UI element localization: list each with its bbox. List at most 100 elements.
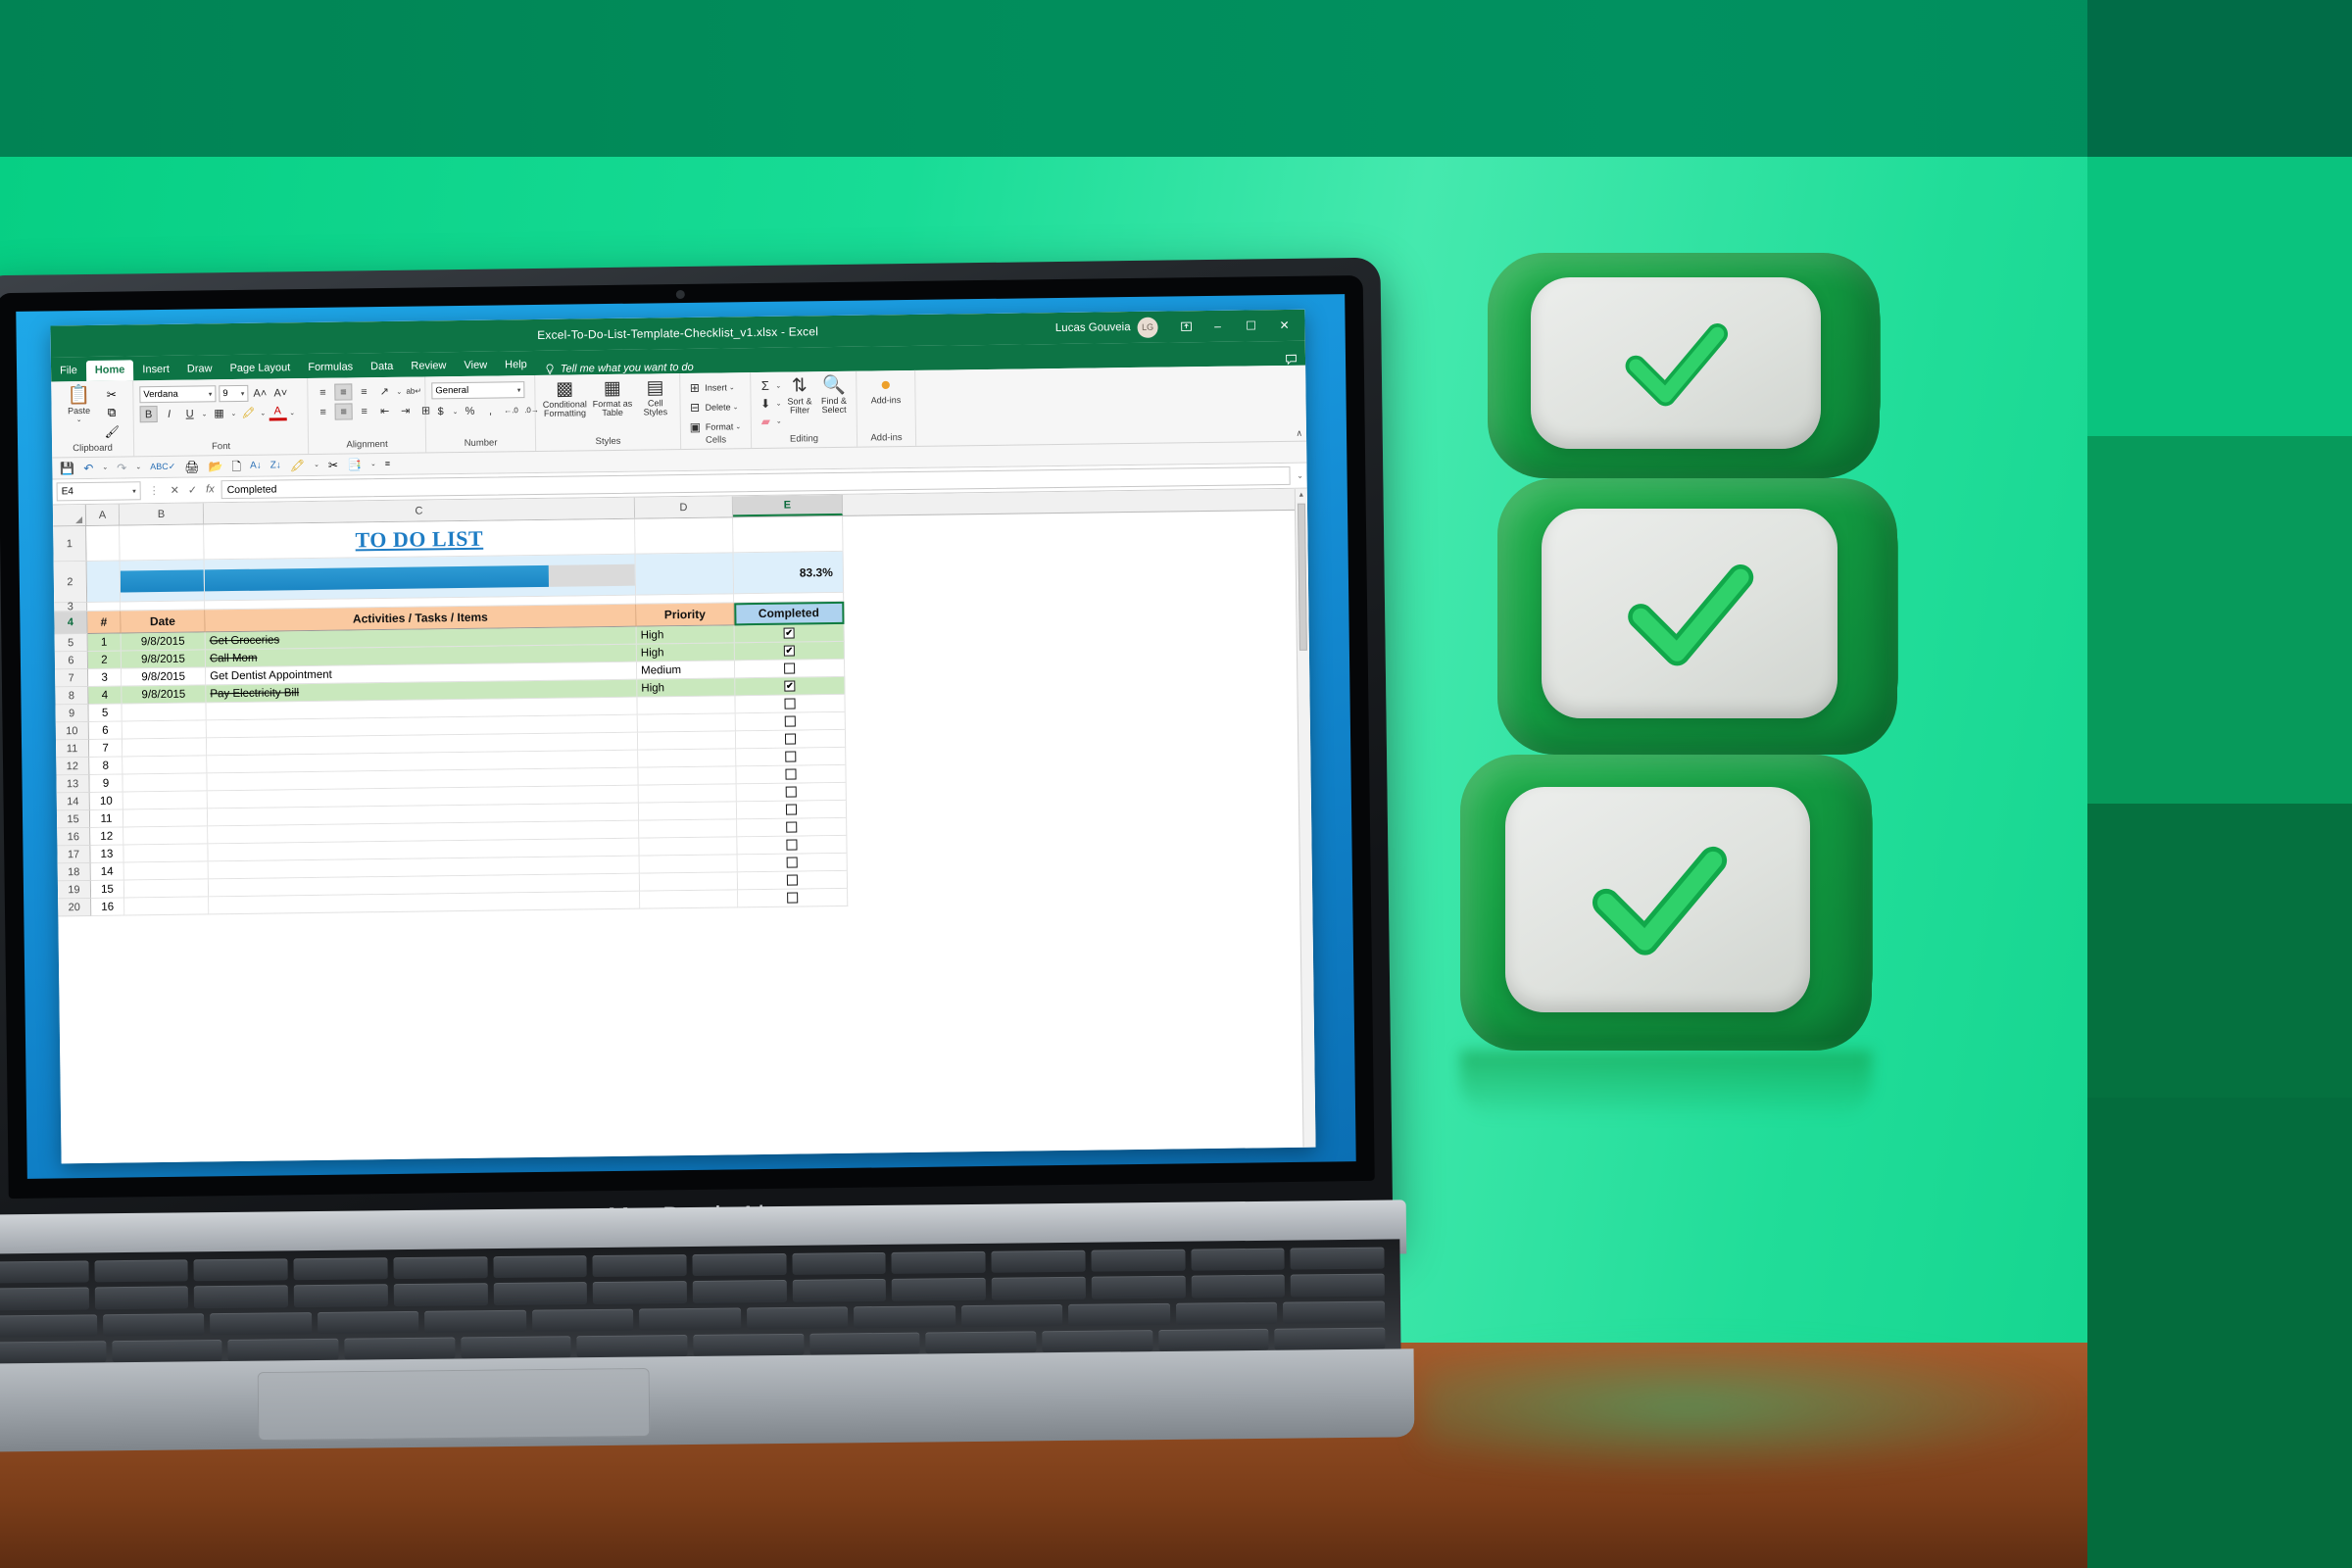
column-header-d[interactable]: D [634,496,734,518]
align-top-icon[interactable]: ≡ [314,384,331,401]
decrease-indent-icon[interactable]: ⇤ [376,403,394,419]
cell-item-number[interactable]: 3 [88,668,122,687]
underline-caret[interactable]: ⌄ [202,410,208,417]
scrollbar-thumb[interactable] [1297,503,1307,651]
cell-priority[interactable] [639,837,738,857]
cell-completed[interactable] [738,888,849,908]
cell-a2[interactable] [86,561,122,603]
new-icon[interactable]: 🗋 [231,459,241,472]
row-header-11[interactable]: 11 [55,739,90,759]
cut-icon[interactable]: ✂ [328,458,338,471]
header-completed[interactable]: Completed [734,601,845,626]
cell-completed[interactable] [736,800,848,820]
tab-help[interactable]: Help [496,355,536,376]
cell-priority[interactable] [638,766,737,786]
cell-priority[interactable] [639,872,739,892]
row-header-13[interactable]: 13 [56,774,90,794]
cell-item-number[interactable]: 1 [87,633,122,652]
cell-completed[interactable] [735,729,847,750]
cell-date[interactable] [122,773,208,793]
cell-completed[interactable] [737,870,849,891]
cell-priority[interactable]: Medium [637,661,736,680]
cell-d1[interactable] [635,517,734,555]
format-as-table-button[interactable]: ▦ Format as Table [591,377,634,418]
increase-font-size-icon[interactable]: A˄ [251,385,269,402]
row-header-18[interactable]: 18 [57,862,91,882]
cell-item-number[interactable]: 8 [89,757,123,775]
column-header-a[interactable]: A [85,504,121,525]
cell-styles-button[interactable]: ▤ Cell Styles [636,376,673,417]
cell-priority[interactable] [640,890,739,909]
scroll-up-button[interactable]: ▲ [1296,489,1307,502]
minimize-button[interactable]: – [1200,312,1234,341]
cell-item-number[interactable]: 9 [89,774,123,793]
completed-checkbox[interactable] [784,733,797,745]
header-date[interactable]: Date [121,610,206,634]
cell-completed[interactable] [735,711,846,732]
cell-item-number[interactable]: 10 [89,792,123,810]
cell-priority[interactable]: High [636,625,735,645]
cell-item-number[interactable]: 13 [90,845,124,863]
increase-indent-icon[interactable]: ⇥ [397,403,415,419]
comma-style-icon[interactable]: , [481,402,499,418]
print-preview-icon[interactable]: 🖨 [184,460,199,473]
font-color-caret[interactable]: ⌄ [289,409,295,416]
row-header-8[interactable]: 8 [55,686,89,706]
cell-completed[interactable] [737,853,848,873]
align-left-icon[interactable]: ≡ [315,404,332,420]
cell-item-number[interactable]: 11 [89,809,124,828]
completed-checkbox[interactable] [786,821,798,833]
row-header-20[interactable]: 20 [58,898,92,917]
row-header-9[interactable]: 9 [55,704,89,723]
cell-priority[interactable] [638,784,737,804]
completed-checkbox[interactable] [786,839,798,851]
row-header-2[interactable]: 2 [53,561,88,604]
cell-d2[interactable] [635,553,735,596]
cell-date[interactable] [122,791,208,810]
font-size-combo[interactable]: 9 ▾ [219,384,249,403]
align-bottom-icon[interactable]: ≡ [355,383,372,400]
cell-b1[interactable] [120,524,205,562]
row-header-15[interactable]: 15 [56,809,91,829]
paste-button[interactable]: 📋 Paste ⌄ [57,384,101,424]
select-all-corner[interactable] [52,504,87,526]
cell-priority[interactable] [638,802,738,821]
redo-icon[interactable]: ↷ [117,461,126,474]
account-name[interactable]: Lucas Gouveia [1055,321,1131,334]
cell-e1[interactable] [733,515,844,554]
row-header-19[interactable]: 19 [57,880,92,900]
format-painter-icon[interactable]: 🖌 [104,423,121,440]
enter-formula-icon[interactable]: ✓ [188,484,197,497]
cell-item-number[interactable]: 7 [88,739,123,758]
row-header-5[interactable]: 5 [54,633,88,653]
more-icon[interactable]: ≡ [385,459,390,468]
column-header-b[interactable]: B [119,503,205,525]
tab-page-layout[interactable]: Page Layout [220,358,299,379]
ribbon-display-options-icon[interactable] [1171,312,1200,341]
row-header-6[interactable]: 6 [54,651,89,670]
fill-button[interactable]: ⬇ ⌄ [757,395,782,412]
borders-caret[interactable]: ⌄ [230,409,236,416]
sort-filter-button[interactable]: ⇅ Sort & Filter [783,374,816,416]
maximize-button[interactable]: ☐ [1234,311,1267,340]
decrease-font-size-icon[interactable]: A˅ [271,384,289,401]
cell-date[interactable] [123,826,209,846]
completed-checkbox[interactable] [787,892,799,904]
format-cells-button[interactable]: ▣ Format ⌄ [687,417,742,435]
font-color-icon[interactable]: A [269,404,287,421]
tab-file[interactable]: File [51,361,86,381]
cell-a1[interactable] [86,525,121,562]
tab-data[interactable]: Data [362,357,403,378]
cell-priority[interactable] [639,855,738,874]
align-right-icon[interactable]: ≡ [356,403,373,419]
fill-color-caret[interactable]: ⌄ [260,409,266,416]
redo-caret[interactable]: ⌄ [135,464,141,470]
cell-priority[interactable]: High [636,643,735,662]
save-icon[interactable]: 💾 [60,462,74,475]
undo-icon[interactable]: ↶ [83,461,93,474]
italic-button[interactable]: I [161,406,178,422]
cell-completed[interactable]: ✔ [734,641,845,662]
completed-checkbox[interactable] [784,698,796,710]
cell-item-number[interactable]: 2 [87,651,122,669]
percent-icon[interactable]: % [461,403,478,419]
